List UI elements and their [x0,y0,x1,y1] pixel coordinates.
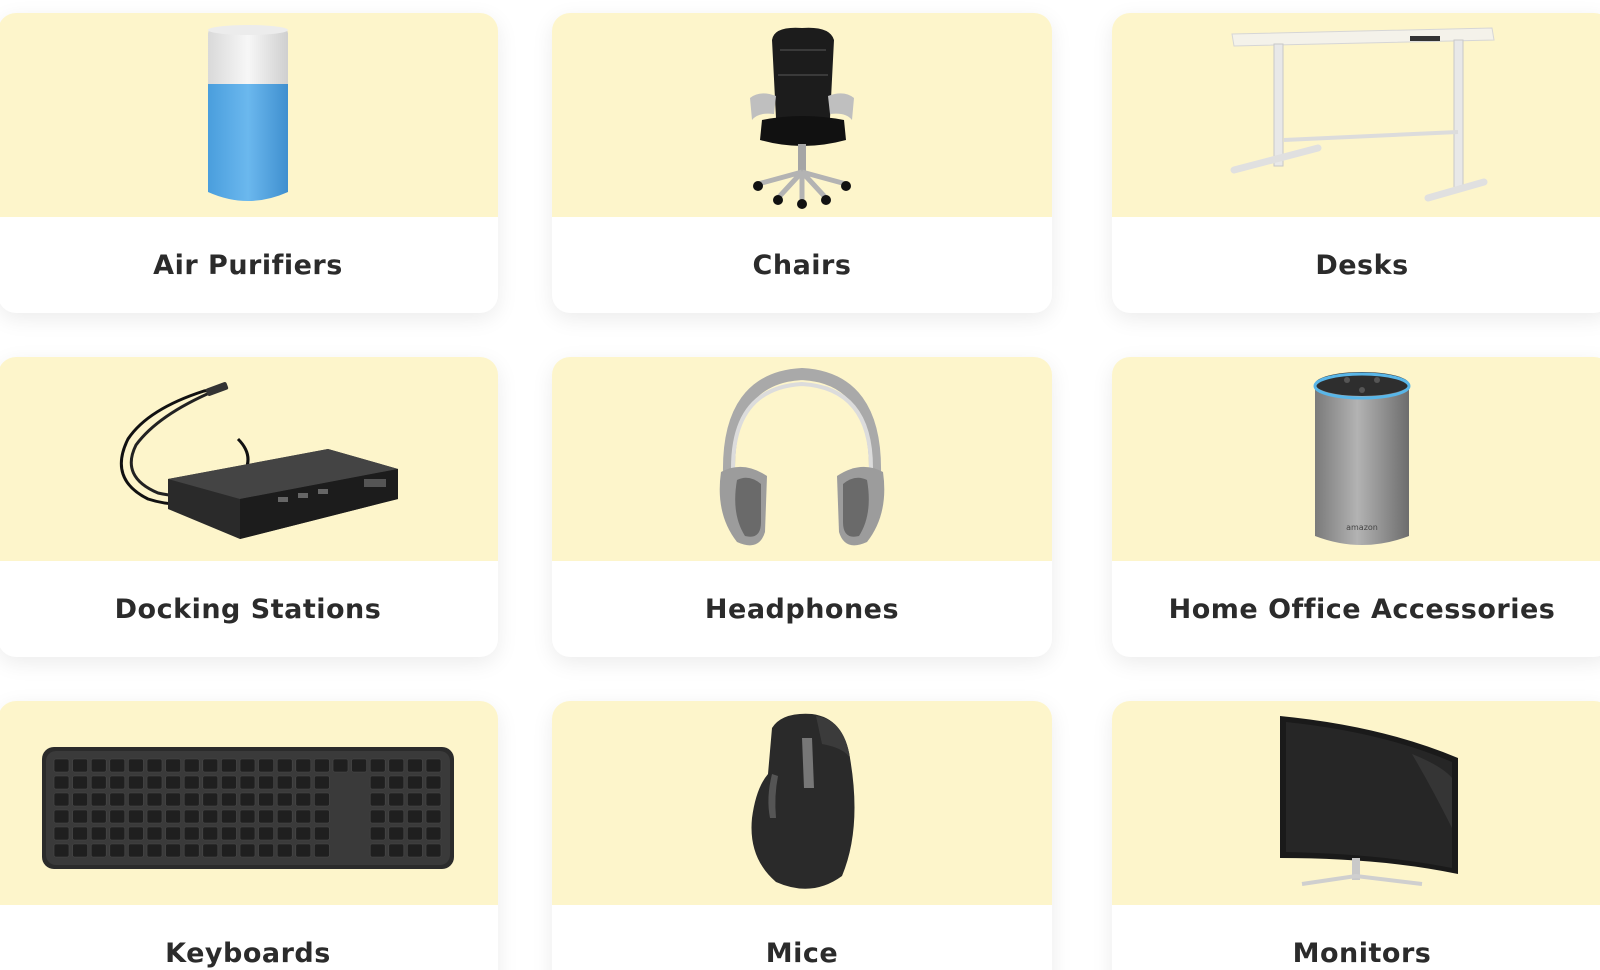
category-card-monitors[interactable]: Monitors [1112,701,1600,970]
smart-speaker-image: amazon [1112,357,1600,561]
category-label: Air Purifiers [153,249,343,281]
category-label: Home Office Accessories [1168,593,1556,625]
docking-station-image [0,357,498,561]
category-label: Mice [765,937,839,969]
category-card-keyboards[interactable]: Keyboards [0,701,498,970]
category-card-desks[interactable]: Desks [1112,13,1600,313]
category-label: Desks [1315,249,1409,281]
air-purifier-image [0,13,498,217]
category-label: Keyboards [165,937,331,969]
category-card-chairs[interactable]: Chairs [552,13,1052,313]
curved-monitor-image [1112,701,1600,905]
mouse-image [552,701,1052,905]
standing-desk-image [1112,13,1600,217]
category-label: Docking Stations [114,593,382,625]
category-card-home-office-accessories[interactable]: amazon Home Office Accessories [1112,357,1600,657]
category-label: Chairs [752,249,852,281]
office-chair-image [552,13,1052,217]
keyboard-image [0,701,498,905]
category-card-docking-stations[interactable]: Docking Stations [0,357,498,657]
category-card-headphones[interactable]: Headphones [552,357,1052,657]
svg-text:amazon: amazon [1346,523,1378,532]
category-label: Monitors [1292,937,1432,969]
category-card-mice[interactable]: Mice [552,701,1052,970]
category-card-air-purifiers[interactable]: Air Purifiers [0,13,498,313]
category-grid: Air Purifiers Chairs Desks Docking Stati… [0,0,1600,970]
headphones-image [552,357,1052,561]
category-label: Headphones [704,593,900,625]
